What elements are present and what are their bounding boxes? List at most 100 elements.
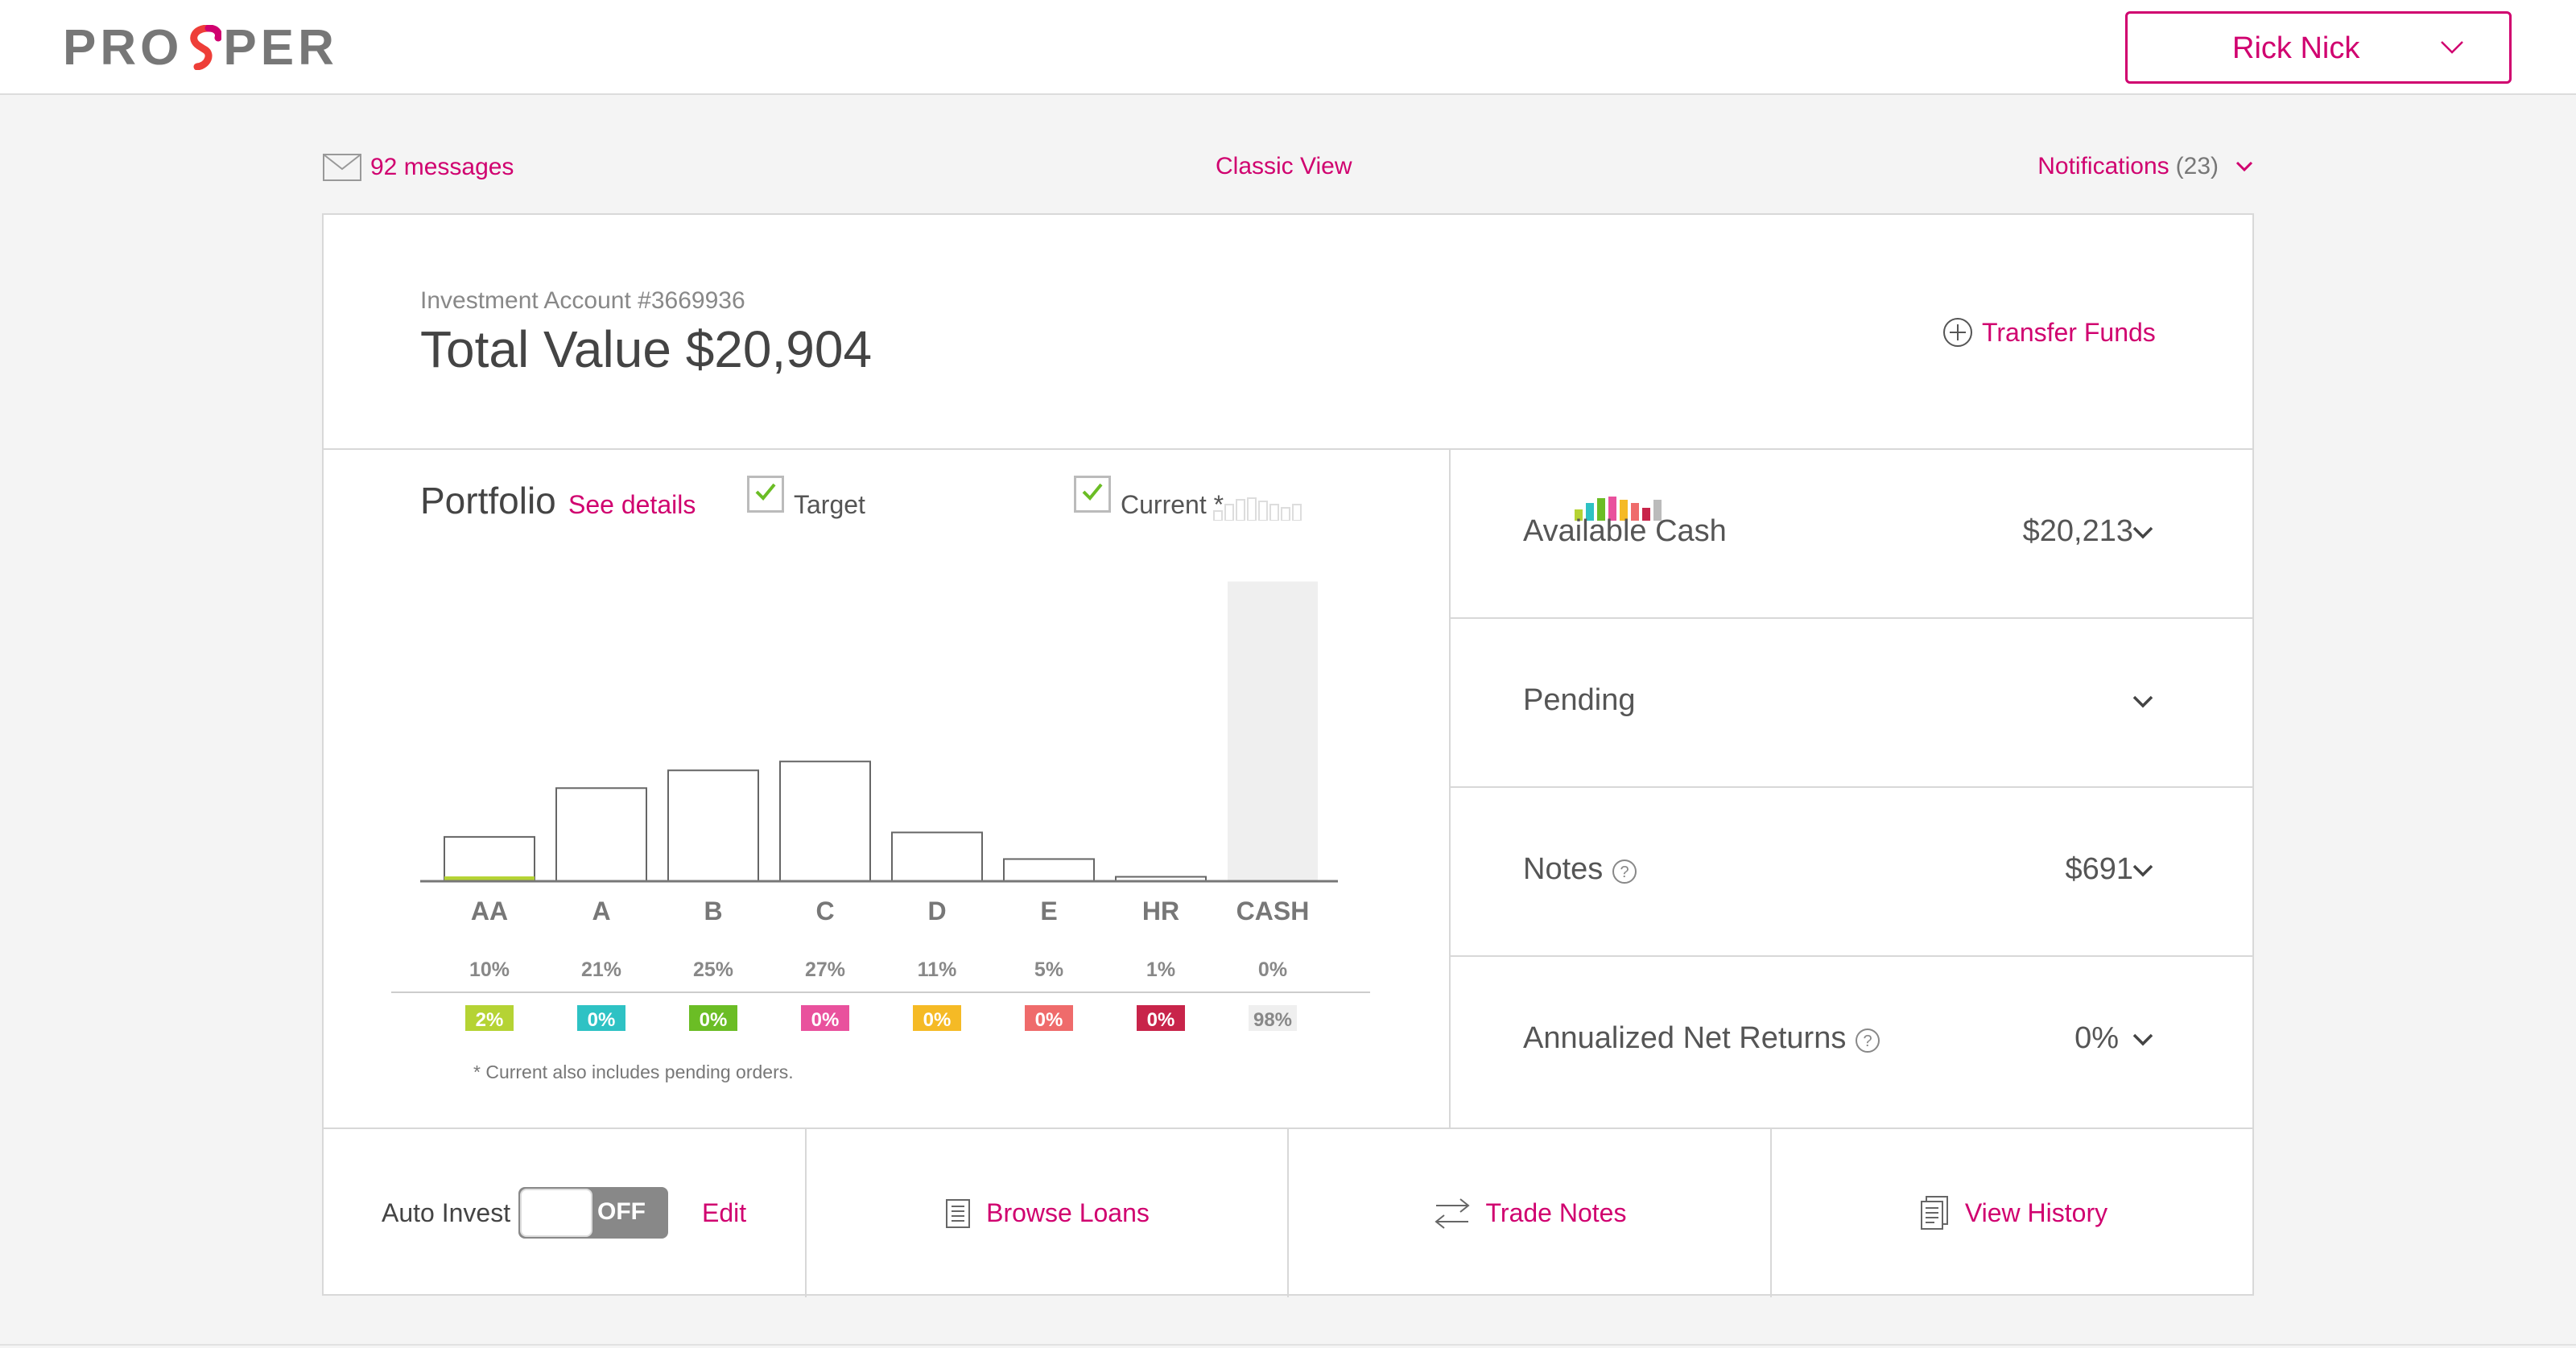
available-cash-label: Available Cash	[1523, 514, 1727, 548]
documents-history-icon	[1920, 1195, 1948, 1230]
current-percent-c: 0%	[811, 1009, 840, 1031]
notifications-dropdown[interactable]: Notifications (23)	[2037, 153, 2254, 180]
account-summary: Investment Account #3669936 Total Value …	[324, 215, 2252, 450]
svg-text:?: ?	[1620, 864, 1629, 881]
list-document-icon	[946, 1198, 971, 1228]
current-percent-cash: 98%	[1253, 1009, 1292, 1031]
category-label-a: A	[592, 897, 610, 925]
trade-notes-link[interactable]: Trade Notes	[1289, 1129, 1770, 1297]
category-label-d: D	[927, 897, 946, 925]
browse-loans-label: Browse Loans	[986, 1198, 1150, 1227]
user-menu-button[interactable]: Rick Nick	[2125, 11, 2512, 84]
category-label-hr: HR	[1142, 897, 1179, 925]
notes-row[interactable]: Notes ? $691	[1451, 788, 2254, 957]
toggle-state: OFF	[597, 1198, 646, 1225]
top-links-bar: 92 messages Classic View Notifications (…	[322, 145, 2254, 193]
logo-text-right: PER	[223, 19, 338, 76]
action-bar: Auto Invest OFF Edit Browse Loans Trade …	[324, 1127, 2254, 1297]
trade-notes-cell: Trade Notes	[1289, 1129, 1772, 1297]
current-percent-b: 0%	[700, 1009, 728, 1031]
view-history-cell: View History	[1772, 1129, 2254, 1297]
current-bar-cash	[1228, 581, 1318, 881]
notifications-label: Notifications	[2037, 153, 2169, 179]
notes-value: $691	[2065, 852, 2133, 886]
annualized-returns-row[interactable]: Annualized Net Returns ? 0%	[1451, 957, 2254, 1126]
chevron-down-icon	[2132, 526, 2153, 539]
returns-label-group: Annualized Net Returns ?	[1523, 1021, 1881, 1056]
target-percent-d: 11%	[918, 958, 957, 981]
messages-label: 92 messages	[370, 154, 514, 180]
target-percent-cash: 0%	[1258, 958, 1287, 981]
chevron-down-icon	[2132, 695, 2153, 708]
notes-label-group: Notes ?	[1523, 852, 1638, 887]
portfolio-bar-chart: AA A B C D E HR CASH10% 21% 25% 27% 11% 5% 1% 0%2% 0% 0%…	[391, 581, 1370, 1031]
auto-invest-cell: Auto Invest OFF Edit	[324, 1129, 807, 1297]
help-icon[interactable]: ?	[1611, 858, 1638, 885]
auto-invest-toggle[interactable]: OFF	[518, 1187, 668, 1239]
available-cash-value: $20,213	[2022, 514, 2133, 548]
browse-loans-link[interactable]: Browse Loans	[807, 1129, 1287, 1297]
returns-label: Annualized Net Returns	[1523, 1021, 1847, 1055]
plus-circle-icon	[1943, 318, 1972, 347]
current-percent-hr: 0%	[1147, 1009, 1175, 1031]
user-name: Rick Nick	[2232, 31, 2360, 65]
logo-text-left: PRO	[63, 19, 184, 76]
category-label-aa: AA	[471, 897, 508, 925]
footer-divider	[0, 1344, 2576, 1346]
view-history-label: View History	[1964, 1198, 2108, 1227]
account-breakdown: Available Cash $20,213 Pending Notes ? $…	[1451, 450, 2254, 1127]
current-percent-a: 0%	[588, 1009, 616, 1031]
category-label-e: E	[1040, 897, 1057, 925]
notes-label: Notes	[1523, 852, 1604, 886]
target-percent-a: 21%	[581, 958, 621, 981]
target-percent-b: 25%	[693, 958, 733, 981]
current-percent-aa: 2%	[476, 1009, 504, 1031]
pending-footnote: * Current also includes pending orders.	[473, 1061, 794, 1082]
target-bar-a	[555, 787, 647, 883]
messages-link[interactable]: 92 messages	[322, 153, 514, 182]
classic-view-link[interactable]: Classic View	[1216, 153, 1352, 180]
target-percent-hr: 1%	[1146, 958, 1175, 981]
chevron-down-icon	[2132, 864, 2153, 877]
portfolio-panel: Portfolio See details Target Current * A…	[324, 450, 1662, 1127]
target-percent-aa: 10%	[469, 958, 510, 981]
pending-label: Pending	[1523, 683, 1636, 717]
auto-invest-label: Auto Invest	[382, 1198, 511, 1227]
chevron-down-icon	[2235, 161, 2253, 172]
top-header: PRO PER Rick Nick	[0, 0, 2576, 95]
auto-invest-edit-link[interactable]: Edit	[702, 1198, 746, 1228]
current-percent-e: 0%	[1035, 1009, 1063, 1031]
help-icon[interactable]: ?	[1854, 1027, 1881, 1054]
target-bar-d	[891, 831, 983, 883]
category-label-cash: CASH	[1236, 897, 1310, 925]
transfer-funds-label: Transfer Funds	[1982, 317, 2156, 347]
toggle-knob	[520, 1189, 592, 1237]
logo-s-icon	[190, 25, 222, 70]
returns-value: 0%	[2074, 1021, 2119, 1055]
investment-account-card: Investment Account #3669936 Total Value …	[322, 213, 2254, 1297]
target-bar-c	[779, 761, 871, 883]
target-percent-c: 27%	[805, 958, 845, 981]
svg-text:?: ?	[1864, 1033, 1872, 1050]
pending-row[interactable]: Pending	[1451, 619, 2254, 788]
chevron-down-icon	[2441, 41, 2463, 54]
total-value: Total Value $20,904	[420, 320, 873, 378]
browse-loans-cell: Browse Loans	[807, 1129, 1289, 1297]
category-label-b: B	[704, 897, 722, 925]
target-bar-e	[1003, 858, 1095, 883]
target-bar-aa	[444, 835, 535, 882]
account-number: Investment Account #3669936	[420, 287, 745, 314]
view-history-link[interactable]: View History	[1772, 1129, 2254, 1297]
trade-notes-label: Trade Notes	[1485, 1198, 1627, 1227]
swap-arrows-icon	[1434, 1198, 1470, 1229]
chevron-down-icon	[2132, 1033, 2153, 1046]
prosper-logo[interactable]: PRO PER	[63, 19, 338, 76]
available-cash-row[interactable]: Available Cash $20,213	[1451, 450, 2254, 619]
envelope-icon	[323, 154, 361, 181]
transfer-funds-link[interactable]: Transfer Funds	[1942, 316, 2156, 348]
current-percent-d: 0%	[923, 1009, 952, 1031]
target-percent-e: 5%	[1034, 958, 1063, 981]
notifications-count: (23)	[2175, 153, 2219, 179]
category-label-c: C	[815, 897, 834, 925]
target-bar-b	[667, 769, 759, 882]
